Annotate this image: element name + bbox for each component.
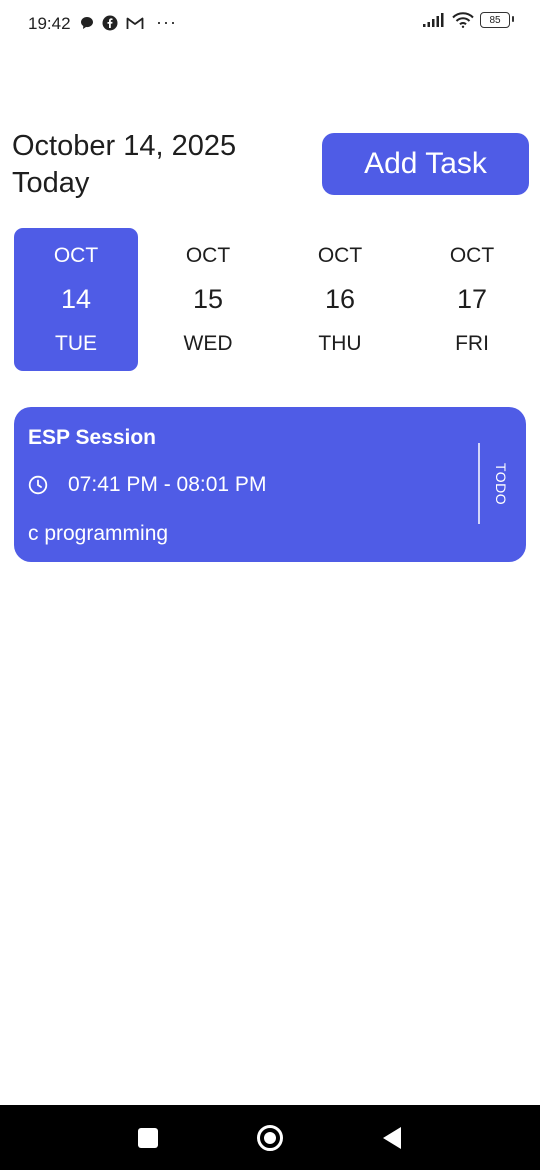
today-label: Today bbox=[12, 167, 90, 199]
add-task-button[interactable]: Add Task bbox=[322, 133, 529, 195]
home-button[interactable] bbox=[257, 1125, 283, 1151]
system-icons: 85 bbox=[422, 12, 514, 28]
task-title: ESP Session bbox=[28, 426, 157, 449]
task-card[interactable]: ESP Session 07:41 PM - 08:01 PM c progra… bbox=[14, 407, 526, 562]
moon-icon bbox=[29, 61, 43, 89]
day-number: 14 bbox=[60, 284, 92, 314]
day-item[interactable]: OCT 17 FRI bbox=[410, 228, 534, 371]
signal-icon bbox=[423, 13, 444, 27]
task-divider bbox=[478, 443, 480, 524]
battery-level: 85 bbox=[489, 14, 501, 26]
back-button[interactable] bbox=[382, 1126, 402, 1150]
recent-apps-button[interactable] bbox=[138, 1128, 158, 1148]
current-date: October 14, 2025 bbox=[12, 130, 237, 162]
battery-icon: 85 bbox=[480, 12, 514, 28]
day-month: OCT bbox=[317, 244, 363, 267]
facebook-icon bbox=[102, 15, 118, 30]
day-item[interactable]: OCT 16 THU bbox=[278, 228, 402, 371]
chat-bubble-icon bbox=[81, 16, 93, 29]
gmail-icon bbox=[126, 17, 144, 29]
day-item[interactable]: OCT 14 TUE bbox=[14, 228, 138, 371]
date-header: October 14, 2025 Today bbox=[12, 128, 236, 202]
wifi-icon bbox=[452, 12, 474, 28]
day-month: OCT bbox=[185, 244, 231, 267]
dark-mode-toggle[interactable] bbox=[24, 58, 50, 97]
task-time-row: 07:41 PM - 08:01 PM bbox=[28, 473, 266, 497]
task-status-label: TODO bbox=[493, 462, 509, 506]
date-picker-timeline: OCT 14 TUE OCT 15 WED OCT 16 THU OCT 17 … bbox=[14, 228, 530, 371]
notification-icons: ··· bbox=[80, 12, 177, 33]
task-time: 07:41 PM - 08:01 PM bbox=[68, 473, 267, 496]
task-note: c programming bbox=[28, 522, 169, 545]
day-weekday: TUE bbox=[55, 332, 97, 355]
day-weekday: FRI bbox=[455, 332, 489, 355]
navigation-bar bbox=[0, 1105, 540, 1170]
day-item[interactable]: OCT 15 WED bbox=[146, 228, 270, 371]
day-month: OCT bbox=[449, 244, 495, 267]
day-number: 17 bbox=[456, 284, 488, 314]
day-month: OCT bbox=[53, 244, 99, 267]
day-weekday: THU bbox=[318, 332, 362, 355]
day-number: 15 bbox=[192, 284, 224, 314]
status-time: 19:42 bbox=[28, 14, 71, 33]
clock-icon bbox=[28, 475, 48, 495]
more-notifications-icon: ··· bbox=[156, 12, 177, 32]
status-bar: 19:42 ··· 85 bbox=[0, 0, 540, 46]
day-weekday: WED bbox=[183, 332, 233, 355]
day-number: 16 bbox=[324, 284, 356, 314]
